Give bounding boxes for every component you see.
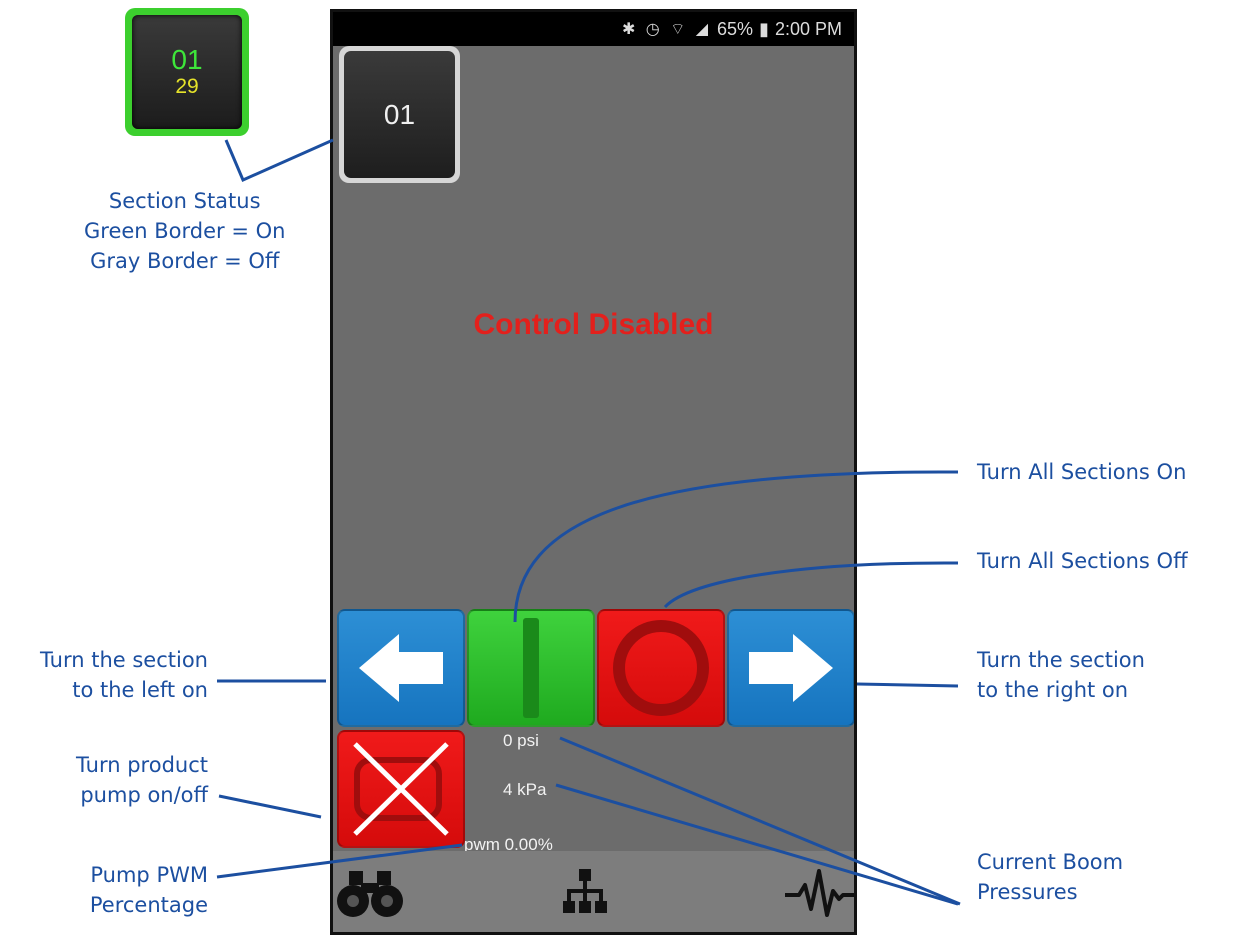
status-icons: ✱ ◷ ⌔ ◢ <box>621 21 712 38</box>
arrow-left-icon <box>359 634 443 702</box>
phone-screen: ✱ ◷ ⌔ ◢ 65% ▮ 2:00 PM 01 Control Disable… <box>330 9 857 935</box>
section-status-example: 01 29 <box>125 8 249 136</box>
section-left-on-button[interactable] <box>337 609 465 727</box>
pump-toggle-button[interactable] <box>337 730 465 848</box>
left-on-callout: Turn the section to the left on <box>40 648 208 702</box>
right-on-callout: Turn the section to the right on <box>977 648 1145 702</box>
pump-callout: Turn product pump on/off <box>76 753 208 807</box>
power-on-bar-icon <box>523 618 539 718</box>
section-status-example-face: 01 29 <box>132 15 242 129</box>
binoculars-icon[interactable] <box>335 865 405 921</box>
section-tile[interactable]: 01 <box>339 46 460 183</box>
pressures-callout: Current Boom Pressures <box>977 850 1124 904</box>
section-number: 01 <box>171 44 203 75</box>
clock: 2:00 PM <box>774 18 842 39</box>
status-bar: ✱ ◷ ⌔ ◢ 65% ▮ 2:00 PM <box>333 12 854 46</box>
all-off-callout: Turn All Sections Off <box>977 549 1188 573</box>
battery-icon: ▮ <box>759 18 769 39</box>
section-status-callout: Section Status Green Border = On Gray Bo… <box>84 189 286 273</box>
section-tile-label: 01 <box>344 51 455 178</box>
all-sections-on-button[interactable] <box>467 609 595 727</box>
all-on-callout: Turn All Sections On <box>977 460 1187 484</box>
all-sections-off-button[interactable] <box>597 609 725 727</box>
waveform-icon[interactable] <box>785 865 855 921</box>
bottom-nav <box>333 851 855 932</box>
boom-pressure-kpa: 4 kPa <box>503 780 547 799</box>
pump-off-icon <box>353 742 449 836</box>
control-disabled-message: Control Disabled <box>473 308 714 341</box>
section-right-on-button[interactable] <box>727 609 854 727</box>
power-off-ring-icon <box>613 620 709 716</box>
network-icon[interactable] <box>561 865 609 921</box>
battery-level: 65% <box>717 18 754 39</box>
arrow-right-icon <box>749 634 833 702</box>
pwm-callout: Pump PWM Percentage <box>89 863 208 917</box>
section-count: 29 <box>175 75 199 98</box>
boom-pressure-psi: 0 psi <box>503 731 539 750</box>
